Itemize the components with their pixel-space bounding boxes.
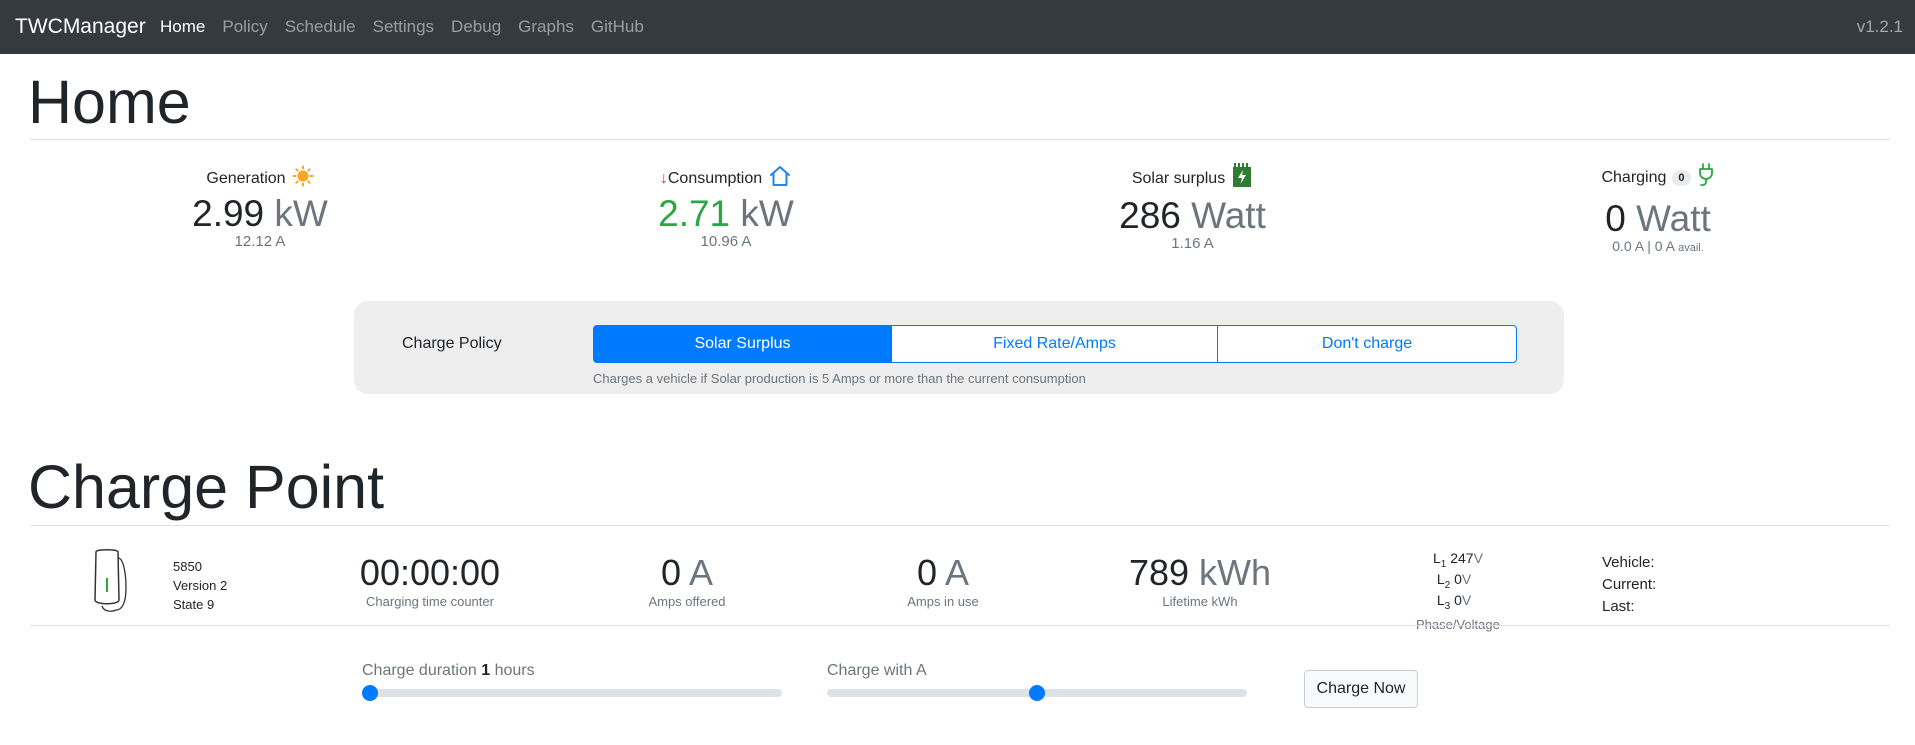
nav-graphs[interactable]: Graphs [518,17,574,37]
amps-in-use-value: 0 [916,552,937,593]
page-title: Home [28,68,191,136]
generation-value: 2.99 [192,193,265,234]
charge-duration-slider-thumb[interactable] [362,685,378,701]
surplus-label: Solar surplus [1131,169,1226,187]
charger-version: Version 2 [173,578,228,593]
surplus-amps: 1.16 A [1171,235,1214,252]
amps-in-use-caption: Amps in use [907,594,979,609]
sun-icon [292,165,314,192]
charge-amps-label: Charge with A [827,662,927,679]
generation-stat: Generation 2.99 kW 12.12 A [180,165,340,250]
charge-policy-panel: Charge Policy Solar Surplus Fixed Rate/A… [354,301,1564,394]
phase-voltage: L1 247V L2 0V L3 0V Phase/Voltage [1416,551,1500,632]
lifetime-value: 789 [1128,552,1190,593]
policy-solar-surplus-button[interactable]: Solar Surplus [593,325,892,363]
amps-in-use-unit: A [945,552,970,593]
charge-point-title: Charge Point [28,453,385,521]
vehicle-info: Vehicle: Current: Last: [1602,552,1656,618]
charger-id: 5850 [173,559,202,574]
phase-3-voltage: 0 [1454,591,1462,608]
generation-unit: kW [274,193,328,234]
amps-offered: 0 A Amps offered [617,552,757,610]
surplus-unit: Watt [1191,195,1266,236]
plug-icon [1697,163,1715,192]
consumption-amps: 10.96 A [700,233,752,250]
divider [30,139,1890,140]
charge-duration-label: Charge duration 1 hours [362,662,535,679]
house-icon [768,165,792,192]
amps-offered-caption: Amps offered [648,594,726,609]
nav-settings[interactable]: Settings [373,17,434,37]
lifetime-unit: kWh [1199,552,1272,593]
nav-menu: Home Policy Schedule Settings Debug Grap… [160,17,661,37]
current-label: Current: [1602,576,1657,593]
consumption-label: Consumption [667,169,763,187]
solar-panel-icon [1231,163,1253,194]
charger-info: 5850 Version 2 State 9 [173,557,227,614]
last-label: Last: [1602,598,1635,615]
charger-state: State 9 [173,597,215,612]
charging-stat: Charging 0 0 Watt 0.0 A | 0 A avail. [1573,163,1743,254]
wall-charger-icon [88,548,128,619]
charging-timer-caption: Charging time counter [366,594,494,609]
generation-amps: 12.12 A [234,233,286,250]
charging-label: Charging [1601,168,1667,186]
charging-value: 0 [1605,198,1626,239]
charge-amps-slider-thumb[interactable] [1029,685,1045,701]
down-arrow-icon: ↓ [659,169,668,187]
charging-timer: 00:00:00 Charging time counter [330,552,530,610]
charging-amps: 0.0 A | 0 A [1612,238,1675,254]
phase-line-2: L2 0V [1436,570,1472,591]
policy-fixed-rate-button[interactable]: Fixed Rate/Amps [891,325,1218,363]
charge-policy-label: Charge Policy [402,335,502,352]
charge-duration-slider[interactable] [362,685,782,701]
charge-duration-value: 1 [481,662,491,679]
consumption-stat: ↓ Consumption 2.71 kW 10.96 A [636,165,816,250]
charging-avail: avail. [1678,242,1704,254]
amps-offered-value: 0 [660,552,681,593]
charging-timer-value: 00:00:00 [359,552,501,593]
amps-offered-unit: A [689,552,714,593]
consumption-unit: kW [740,193,794,234]
charging-unit: Watt [1636,198,1711,239]
surplus-stat: Solar surplus 286 Watt 1.16 A [1100,163,1285,252]
divider [30,525,1890,526]
nav-github[interactable]: GitHub [591,17,644,37]
nav-home[interactable]: Home [160,17,205,37]
version-label: v1.2.1 [1856,17,1903,36]
lifetime-kwh: 789 kWh Lifetime kWh [1110,552,1290,610]
amps-in-use: 0 A Amps in use [873,552,1013,610]
nav-policy[interactable]: Policy [222,17,267,37]
navbar: TWCManager Home Policy Schedule Settings… [0,0,1915,54]
charge-amps-slider[interactable] [827,685,1247,701]
surplus-value: 286 [1119,195,1181,236]
phase-line-3: L3 0V [1436,591,1472,612]
divider [30,625,1890,626]
lifetime-caption: Lifetime kWh [1162,594,1238,609]
phase-1-voltage: 247 [1450,550,1474,566]
generation-label: Generation [206,169,286,187]
charging-count-badge: 0 [1672,169,1691,186]
nav-debug[interactable]: Debug [451,17,501,37]
charge-now-button[interactable]: Charge Now [1304,670,1418,708]
nav-schedule[interactable]: Schedule [285,17,356,37]
phase-2-voltage: 0 [1454,570,1462,587]
phase-line-1: L1 247V [1432,550,1483,570]
policy-help-text: Charges a vehicle if Solar production is… [593,371,1086,386]
vehicle-label: Vehicle: [1602,554,1655,571]
consumption-value: 2.71 [658,193,731,234]
policy-dont-charge-button[interactable]: Don't charge [1217,325,1517,363]
charge-policy-selector: Solar Surplus Fixed Rate/Amps Don't char… [593,325,1517,363]
brand-logo[interactable]: TWCManager [15,15,146,39]
